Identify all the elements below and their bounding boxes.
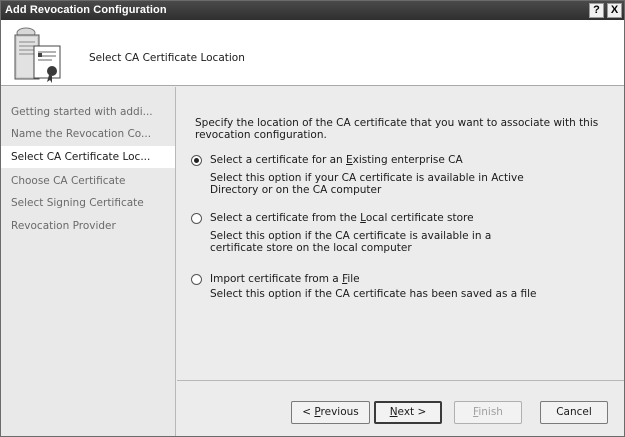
intro-text: Specify the location of the CA certifica…: [195, 117, 599, 141]
certificate-server-icon: [14, 27, 61, 83]
step-getting-started[interactable]: Getting started with addi...: [1, 101, 175, 123]
step-name-revocation-configuration[interactable]: Name the Revocation Co...: [1, 123, 175, 145]
wizard-steps-sidebar: Getting started with addi... Name the Re…: [1, 87, 176, 436]
page-title: Select CA Certificate Location: [89, 52, 245, 64]
wizard-footer: < Previous Next > Finish Cancel: [177, 380, 624, 436]
next-button[interactable]: Next >: [374, 401, 442, 424]
title-bar: Add Revocation Configuration ? X: [1, 1, 624, 20]
option-description-local-certificate-store: Select this option if the CA certificate…: [210, 230, 492, 254]
step-revocation-provider[interactable]: Revocation Provider: [1, 215, 175, 237]
radio-existing-enterprise-ca[interactable]: [191, 155, 202, 166]
previous-button[interactable]: < Previous: [291, 401, 370, 424]
help-button[interactable]: ?: [589, 3, 604, 18]
finish-button[interactable]: Finish: [454, 401, 522, 424]
step-choose-ca-certificate[interactable]: Choose CA Certificate: [1, 170, 175, 192]
step-select-signing-certificate[interactable]: Select Signing Certificate: [1, 192, 175, 214]
close-button[interactable]: X: [607, 3, 622, 18]
wizard-window: Add Revocation Configuration ? X Select …: [0, 0, 625, 437]
cancel-button[interactable]: Cancel: [540, 401, 608, 424]
radio-import-from-file[interactable]: [191, 274, 202, 285]
wizard-header: Select CA Certificate Location: [1, 20, 624, 86]
window-title: Add Revocation Configuration: [5, 4, 167, 16]
option-label-existing-enterprise-ca[interactable]: Select a certificate for an Existing ent…: [210, 154, 463, 166]
radio-local-certificate-store[interactable]: [191, 213, 202, 224]
option-description-import-from-file: Select this option if the CA certificate…: [210, 288, 537, 300]
step-select-ca-certificate-location[interactable]: Select CA Certificate Loc...: [1, 146, 175, 168]
option-label-import-from-file[interactable]: Import certificate from a File: [210, 273, 360, 285]
option-label-local-certificate-store[interactable]: Select a certificate from the Local cert…: [210, 212, 474, 224]
option-description-existing-enterprise-ca: Select this option if your CA certificat…: [210, 172, 524, 196]
wizard-content: Specify the location of the CA certifica…: [177, 87, 624, 380]
